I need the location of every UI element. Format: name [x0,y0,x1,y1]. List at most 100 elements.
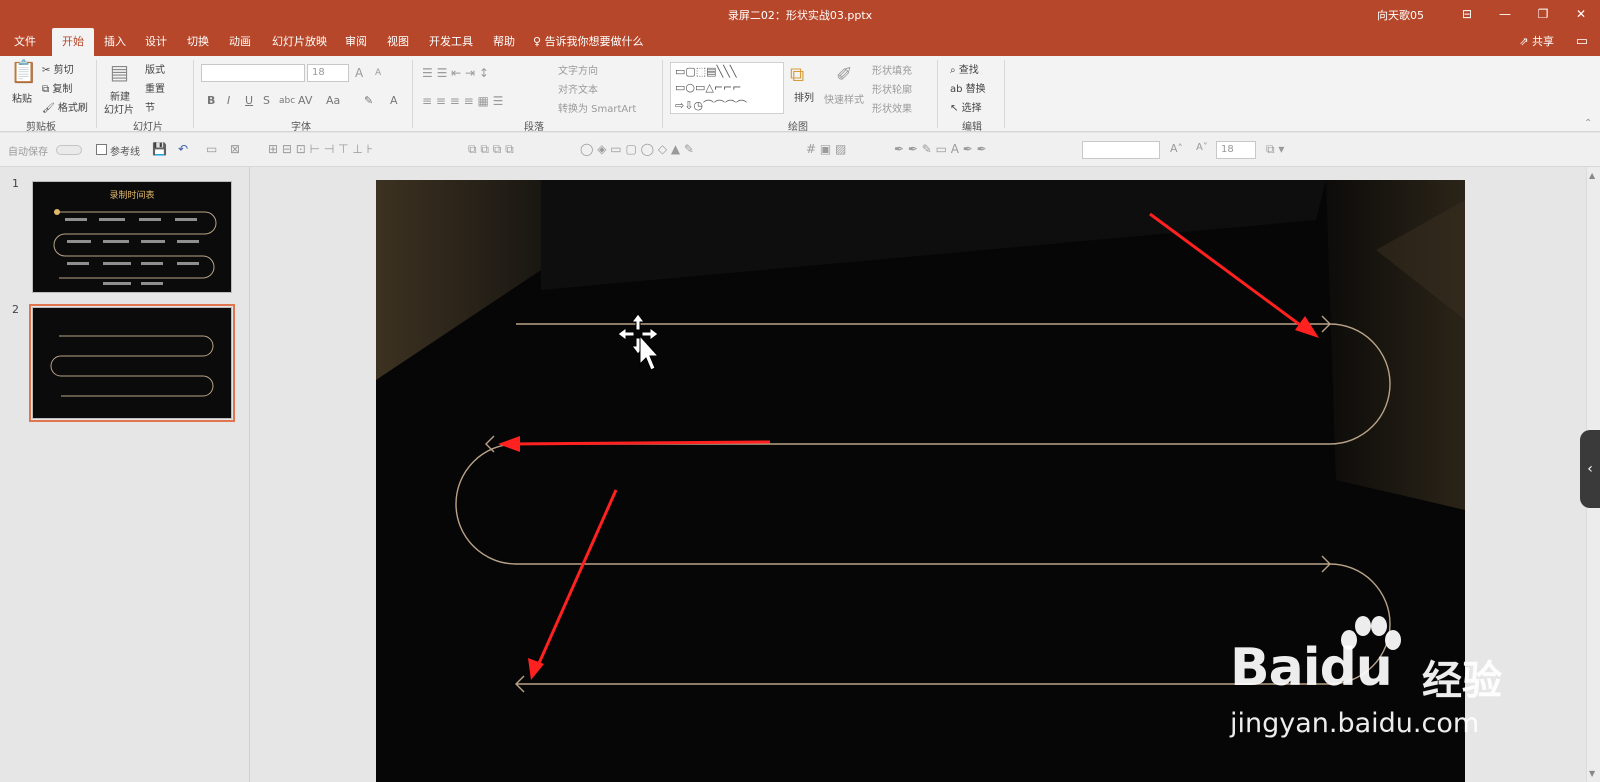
select-button[interactable]: ↖ 选择 [950,99,982,114]
qat-more-icon[interactable]: ⧉ ▾ [1266,142,1284,157]
copy-label: 复制 [52,84,73,95]
guides-label: 参考线 [110,147,140,158]
arrange-button[interactable]: 排列 [794,89,814,104]
select-label: 选择 [961,103,982,114]
collapse-ribbon-icon[interactable]: ⌃ [1584,118,1592,129]
new-slide-icon[interactable]: ▤ [110,60,129,84]
font-color-icon[interactable]: A [390,94,398,107]
change-case-button[interactable]: Aa [326,94,340,107]
bold-button[interactable]: B [207,94,215,107]
arrange-icon[interactable]: ⧉ [790,62,804,86]
tab-transitions[interactable]: 切换 [183,28,213,56]
paste-icon[interactable]: 📋 [10,60,37,85]
restore-button[interactable]: ❐ [1528,4,1558,24]
font-size-combo[interactable]: 18 [307,64,349,82]
tab-slideshow[interactable]: 幻灯片放映 [268,28,331,56]
quick-styles-icon[interactable]: ✐ [836,62,853,86]
tell-me-search[interactable]: ♀ 告诉我你想要做什么 [533,28,644,56]
qat-shrink-font-icon[interactable]: A˅ [1196,142,1208,153]
pointer-icon: ↖ [950,103,959,114]
tab-insert[interactable]: 插入 [100,28,130,56]
close-shape-icon[interactable]: ⊠ [230,142,240,156]
tab-home[interactable]: 开始 [52,28,94,56]
slide-thumbnail-1[interactable]: 录制时间表 [32,181,232,293]
char-spacing-button[interactable]: AV [298,94,312,107]
shapes-gallery[interactable]: ▭▢⬚▤╲╲╲ ▭○▭△⌐⌐⌐ ⇨⇩◷⌒⌒⌒⌒ [670,62,784,114]
tab-view[interactable]: 视图 [383,28,413,56]
section-button[interactable]: 节 [145,99,155,114]
side-panel-chevron-icon[interactable]: ‹ [1580,430,1600,508]
slide-thumbnail-2[interactable] [29,304,235,422]
tab-help[interactable]: 帮助 [489,28,519,56]
find-button[interactable]: ⌕ 查找 [950,61,979,76]
group-separator [96,60,97,128]
reset-button[interactable]: 重置 [145,80,165,95]
qat-tool-icons[interactable]: ⊞ ⊟ ⊡ ⊢ ⊣ ⊤ ⊥ ⊦ [268,142,373,156]
align-text-button[interactable]: 对齐文本 [558,81,598,96]
undo-icon[interactable]: ↶ [178,142,188,156]
new-slide-button-line2[interactable]: 幻灯片 [104,101,134,116]
text-direction-button[interactable]: 文字方向 [558,62,598,77]
tab-developer[interactable]: 开发工具 [425,28,477,56]
tab-design[interactable]: 设计 [141,28,171,56]
user-name[interactable]: 向天歌05 [1377,7,1424,23]
text-shadow-button[interactable]: abc [279,96,295,106]
paste-button[interactable]: 粘贴 [12,90,32,105]
share-button[interactable]: ⇗ 共享 [1519,28,1554,56]
smartart-button[interactable]: 转换为 SmartArt [558,100,636,115]
shape-fill-button[interactable]: 形状填充 [872,62,912,77]
minimize-button[interactable]: — [1490,4,1520,24]
close-button[interactable]: ✕ [1566,4,1596,24]
shape-icons-row3[interactable]: ⇨⇩◷⌒⌒⌒⌒ [675,97,747,113]
find-label: 查找 [958,65,979,76]
tab-file[interactable]: 文件 [10,28,40,56]
scroll-down-icon[interactable]: ▼ [1589,769,1595,778]
slide-number: 2 [12,303,19,316]
group-separator [193,60,194,128]
slide-canvas[interactable] [376,180,1465,782]
shrink-font-button[interactable]: A [375,68,381,78]
qat-font-size-combo[interactable]: 18 [1216,141,1256,159]
qat-grow-font-icon[interactable]: A˄ [1170,142,1183,155]
cut-button[interactable]: ✂ 剪切 [42,61,74,76]
italic-button[interactable]: I [227,94,230,107]
layout-button[interactable]: 版式 [145,61,165,76]
save-icon[interactable]: 💾 [152,142,167,156]
autosave-toggle[interactable] [56,145,82,155]
slide-number: 1 [12,177,19,190]
replace-button[interactable]: ab 替换 [950,80,986,95]
qat-group-icons[interactable]: ⧉ ⧉ ⧉ ⧉ [468,142,514,157]
group-label-editing: 编辑 [962,122,982,133]
grow-font-button[interactable]: A [355,66,363,80]
slideshow-icon[interactable]: ▭ [206,142,217,156]
group-label-drawing: 绘图 [788,122,808,133]
group-label-font: 字体 [291,122,311,133]
tab-review[interactable]: 审阅 [341,28,371,56]
align-icons[interactable]: ≡ ≡ ≡ ≡ ▦ ☰ [422,94,503,108]
qat-font-combo[interactable] [1082,141,1160,159]
underline-button[interactable]: U [245,94,253,107]
copy-button[interactable]: ⧉ 复制 [42,80,72,95]
qat-pen-icons[interactable]: ✒ ✒ ✎ ▭ A ✒ ✒ [894,142,987,156]
scroll-up-icon[interactable]: ▲ [1589,171,1595,180]
guides-checkbox[interactable] [96,144,107,155]
qat-shape-icons[interactable]: ◯ ◈ ▭ ▢ ◯ ◇ ▲ ✎ [580,142,694,156]
shape-outline-button[interactable]: 形状轮廓 [872,81,912,96]
font-name-combo[interactable] [201,64,305,82]
copy-icon: ⧉ [42,84,50,95]
shape-icons-row1[interactable]: ▭▢⬚▤╲╲╲ [675,65,736,78]
quick-styles-button[interactable]: 快速样式 [824,91,864,106]
highlight-icon[interactable]: ✎ [364,94,373,107]
group-label-slides: 幻灯片 [133,122,163,133]
shape-icons-row2[interactable]: ▭○▭△⌐⌐⌐ [675,81,742,94]
tab-animations[interactable]: 动画 [225,28,255,56]
format-painter-button[interactable]: 🖌 格式刷 [42,99,88,114]
qat-image-icons[interactable]: # ▣ ▨ [806,142,846,156]
shape-effects-button[interactable]: 形状效果 [872,100,912,115]
strikethrough-button[interactable]: S [263,94,270,107]
share-label: 共享 [1532,35,1554,48]
ribbon-display-button[interactable]: ⊟ [1452,4,1482,24]
comment-icon[interactable]: ▭ [1576,28,1588,56]
lightbulb-icon: ♀ [533,35,542,48]
bullets-icon[interactable]: ☰ ☰ ⇤ ⇥ ↕ [422,66,489,80]
